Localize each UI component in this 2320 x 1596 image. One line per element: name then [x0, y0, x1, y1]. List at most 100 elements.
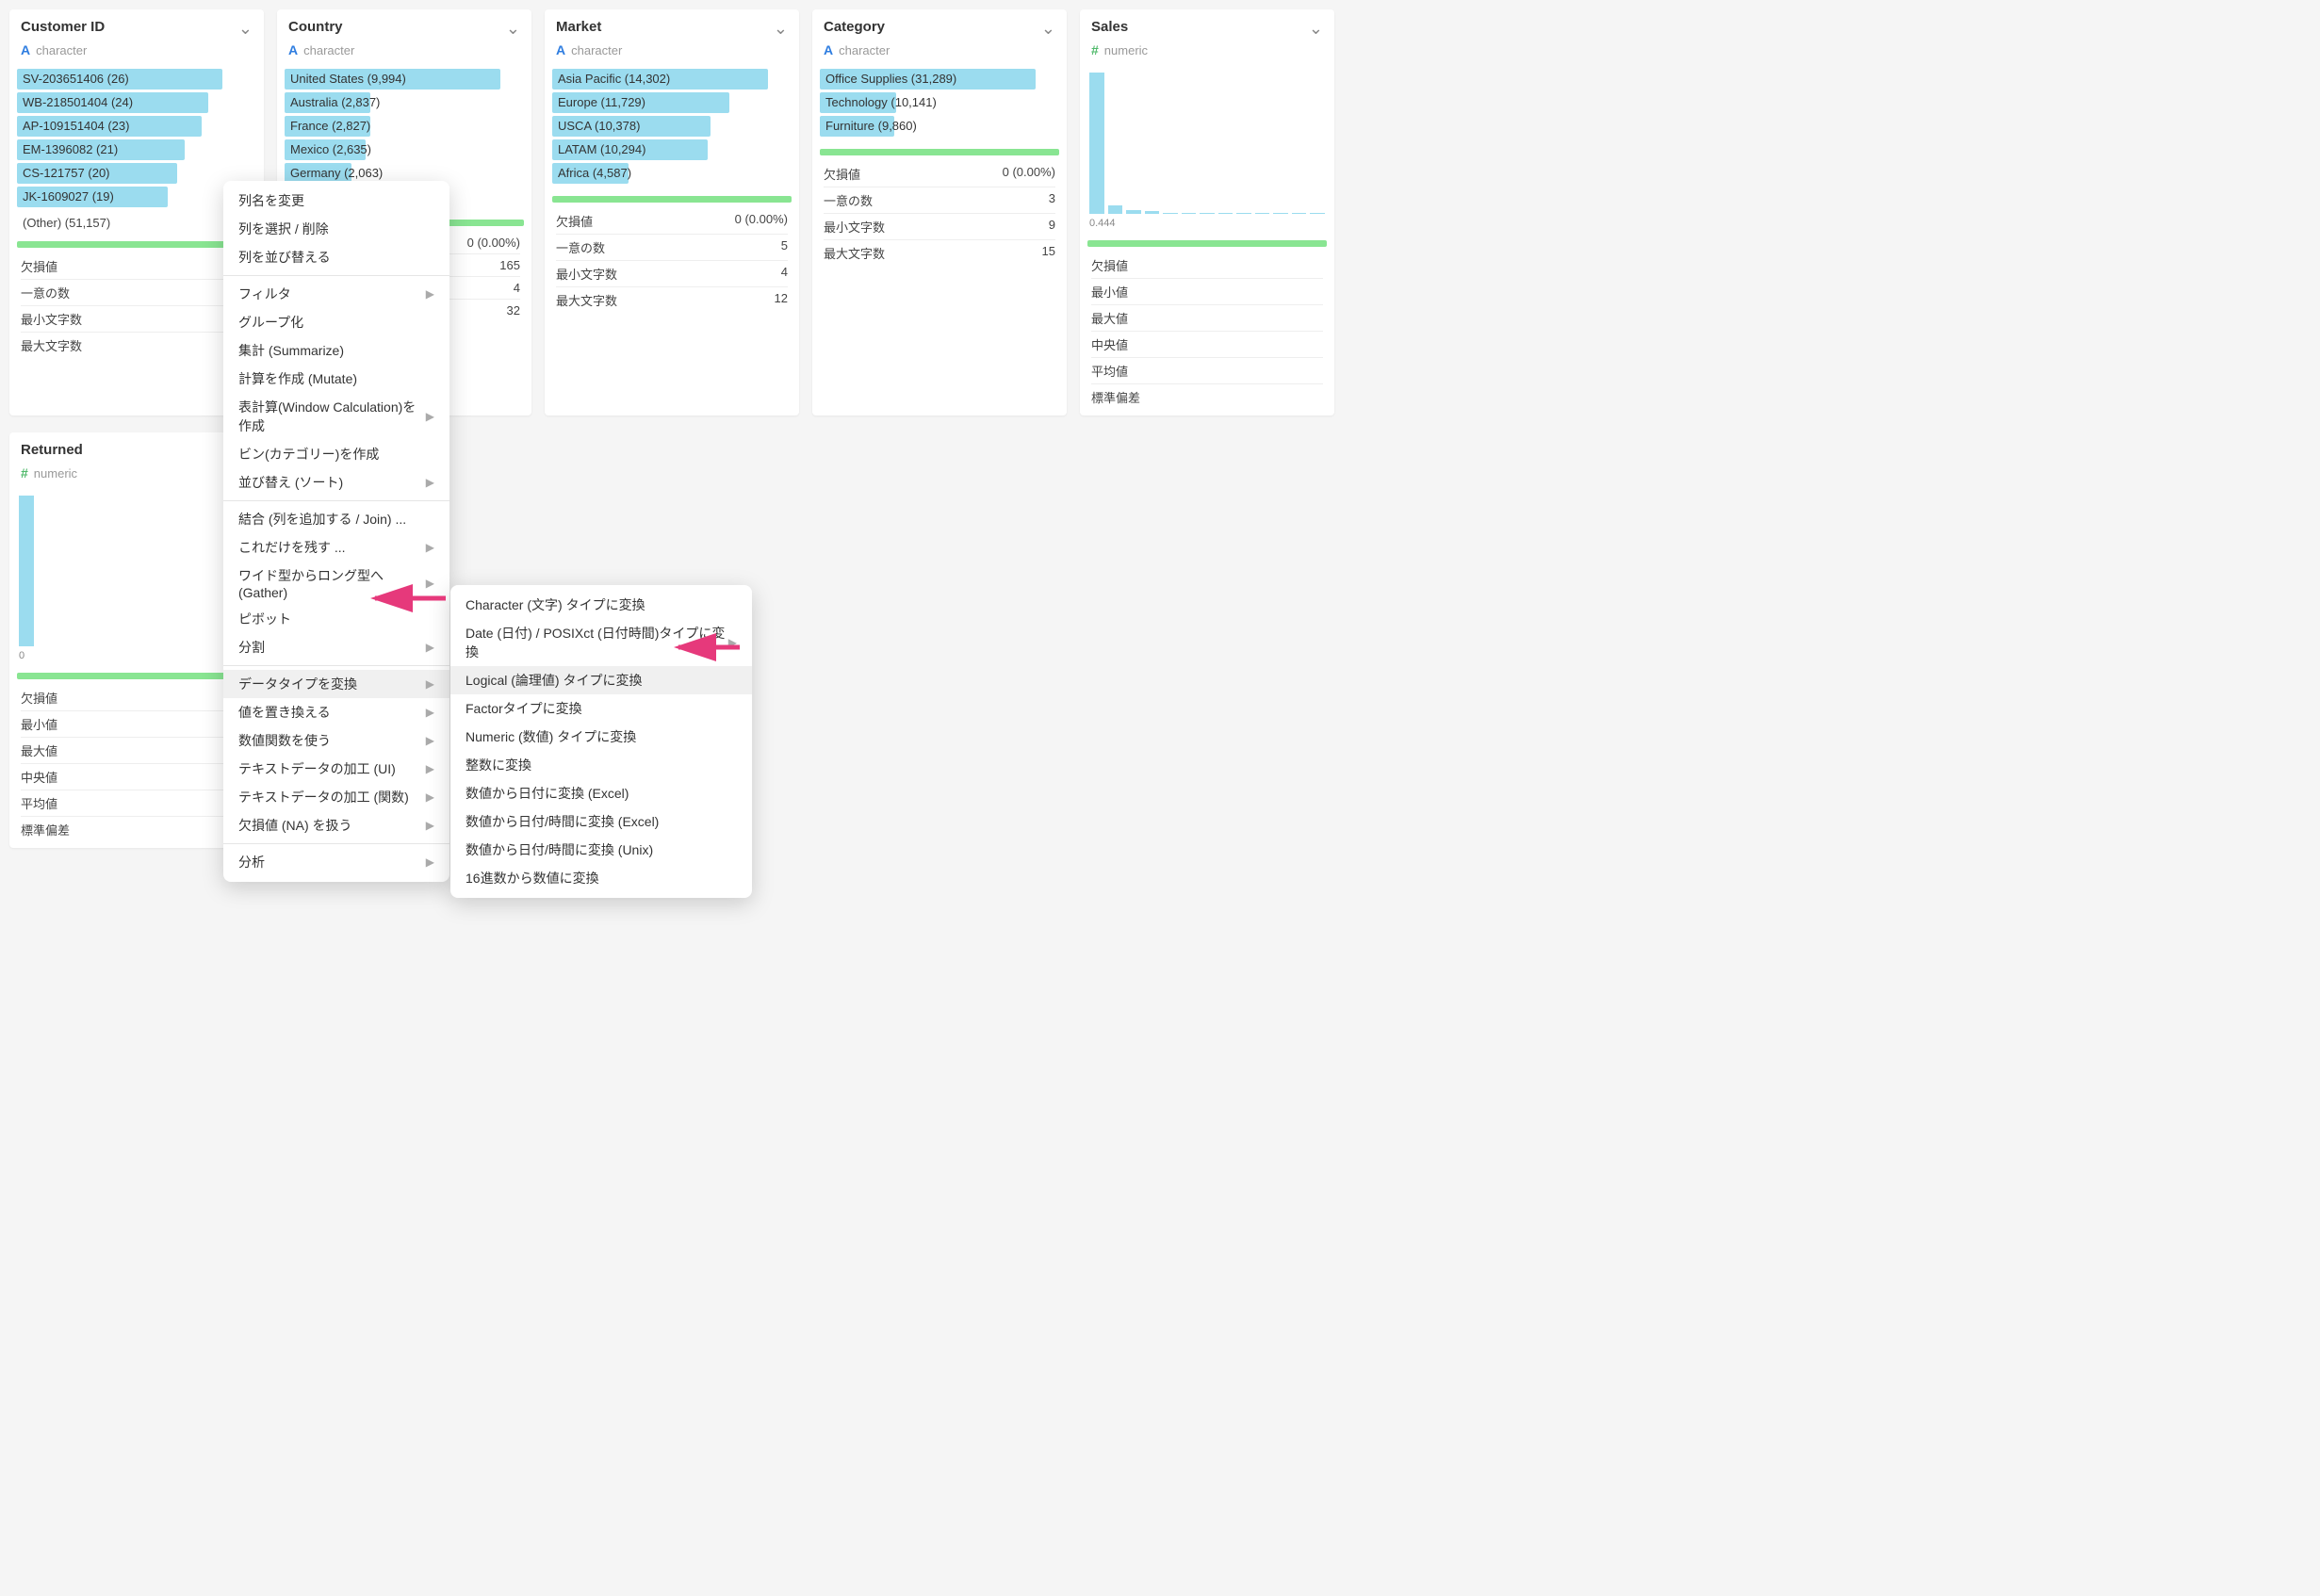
histogram-bar [1089, 73, 1104, 214]
submenu-item-label: Date (日付) / POSIXct (日付時間)タイプに変換 [466, 624, 728, 661]
menu-item[interactable]: ビン(カテゴリー)を作成 [223, 440, 449, 468]
menu-item[interactable]: ピボット [223, 605, 449, 633]
menu-item[interactable]: データタイプを変換▶ [223, 670, 449, 698]
frequency-bar[interactable]: Furniture (9,860) [820, 116, 1059, 137]
chevron-down-icon[interactable]: ⌄ [1041, 19, 1055, 39]
stat-label: 欠損値 [21, 257, 57, 275]
frequency-bar[interactable]: France (2,827) [285, 116, 524, 137]
stat-label: 最大値 [21, 741, 57, 759]
submenu-item[interactable]: 整数に変換 [450, 751, 752, 779]
menu-item[interactable]: フィルタ▶ [223, 280, 449, 308]
menu-item-label: 欠損値 (NA) を扱う [238, 816, 352, 835]
frequency-bar[interactable]: Europe (11,729) [552, 92, 792, 113]
menu-item-label: 結合 (列を追加する / Join) ... [238, 510, 406, 529]
bar-label: Mexico (2,635) [290, 139, 371, 160]
submenu-item-label: 数値から日付/時間に変換 (Excel) [466, 812, 659, 831]
menu-item[interactable]: 並び替え (ソート)▶ [223, 468, 449, 497]
menu-item[interactable]: ワイド型からロング型へ (Gather)▶ [223, 562, 449, 605]
frequency-bar[interactable]: AP-109151404 (23) [17, 116, 256, 137]
stat-row: 欠損値0 (0.00%) [556, 208, 788, 234]
menu-item-label: これだけを残す ... [238, 538, 346, 557]
column-title: Returned [21, 442, 83, 458]
submenu-item[interactable]: 数値から日付/時間に変換 (Excel) [450, 807, 752, 836]
column-title: Category [824, 19, 885, 35]
chevron-down-icon[interactable]: ⌄ [1309, 19, 1323, 39]
frequency-bar[interactable]: SV-203651406 (26) [17, 69, 256, 90]
completeness-bar [820, 149, 1059, 155]
frequency-bar[interactable]: United States (9,994) [285, 69, 524, 90]
frequency-bar[interactable]: Office Supplies (31,289) [820, 69, 1059, 90]
menu-item[interactable]: グループ化 [223, 308, 449, 336]
menu-item[interactable]: テキストデータの加工 (UI)▶ [223, 755, 449, 783]
stat-value: 9 [1049, 218, 1055, 236]
context-menu[interactable]: 列名を変更列を選択 / 削除列を並び替えるフィルタ▶ グループ化集計 (Summa… [223, 181, 449, 882]
menu-item[interactable]: 結合 (列を追加する / Join) ... [223, 505, 449, 533]
frequency-bar[interactable]: EM-1396082 (21) [17, 139, 256, 160]
frequency-bar[interactable]: LATAM (10,294) [552, 139, 792, 160]
menu-item[interactable]: 列を選択 / 削除 [223, 215, 449, 243]
numeric-type-icon: # [21, 465, 28, 480]
completeness-bar [17, 673, 256, 679]
stat-value: 0 (0.00%) [735, 212, 788, 230]
bar-label: LATAM (10,294) [558, 139, 645, 160]
bar-label: Office Supplies (31,289) [825, 69, 956, 90]
menu-item[interactable]: 計算を作成 (Mutate) [223, 365, 449, 393]
bar-label: Asia Pacific (14,302) [558, 69, 670, 90]
submenu-item[interactable]: 16進数から数値に変換 [450, 864, 752, 892]
frequency-bar[interactable]: JK-1609027 (19) [17, 187, 256, 207]
menu-item[interactable]: これだけを残す ...▶ [223, 533, 449, 562]
submenu-item[interactable]: Date (日付) / POSIXct (日付時間)タイプに変換▶ [450, 619, 752, 666]
menu-item[interactable]: 集計 (Summarize) [223, 336, 449, 365]
chevron-down-icon[interactable]: ⌄ [506, 19, 520, 39]
histogram-bar [19, 496, 34, 646]
axis-label: 0.444 [1080, 216, 1334, 235]
stat-value: 4 [781, 265, 788, 283]
frequency-bar[interactable]: Asia Pacific (14,302) [552, 69, 792, 90]
submenu-arrow-icon: ▶ [426, 790, 434, 804]
submenu-arrow-icon: ▶ [426, 287, 434, 301]
chevron-down-icon[interactable]: ⌄ [774, 19, 788, 39]
menu-item[interactable]: 分割▶ [223, 633, 449, 661]
datatype-submenu[interactable]: Character (文字) タイプに変換Date (日付) / POSIXct… [450, 585, 752, 898]
stat-row: 標準偏差 [1091, 383, 1323, 410]
submenu-arrow-icon: ▶ [426, 641, 434, 654]
type-label: character [303, 43, 354, 57]
frequency-bar[interactable]: CS-121757 (20) [17, 163, 256, 184]
frequency-bar[interactable]: Mexico (2,635) [285, 139, 524, 160]
submenu-item[interactable]: Numeric (数値) タイプに変換 [450, 723, 752, 751]
stat-label: 欠損値 [824, 165, 860, 183]
stat-row: 最大文字数 [21, 332, 253, 358]
submenu-item[interactable]: Character (文字) タイプに変換 [450, 591, 752, 619]
frequency-bar[interactable]: Australia (2,837) [285, 92, 524, 113]
menu-item[interactable]: 表計算(Window Calculation)を作成▶ [223, 393, 449, 440]
menu-item[interactable]: 数値関数を使う▶ [223, 726, 449, 755]
frequency-bar[interactable]: WB-218501404 (24) [17, 92, 256, 113]
menu-item[interactable]: 列名を変更 [223, 187, 449, 215]
histogram-bar [1273, 213, 1288, 215]
histogram-bar [1200, 213, 1215, 215]
submenu-item[interactable]: Factorタイプに変換 [450, 694, 752, 723]
stat-row: 欠損値 [1091, 252, 1323, 278]
frequency-bar[interactable]: USCA (10,378) [552, 116, 792, 137]
menu-item[interactable]: 値を置き換える▶ [223, 698, 449, 726]
submenu-item[interactable]: Logical (論理値) タイプに変換 [450, 666, 752, 694]
menu-item-label: 集計 (Summarize) [238, 341, 344, 360]
menu-item-label: グループ化 [238, 313, 303, 332]
chevron-down-icon[interactable]: ⌄ [238, 19, 253, 39]
stat-row: 最大文字数15 [824, 239, 1055, 266]
menu-item[interactable]: テキストデータの加工 (関数)▶ [223, 783, 449, 811]
frequency-bar[interactable]: Africa (4,587) [552, 163, 792, 184]
menu-item[interactable]: 分析▶ [223, 848, 449, 876]
bar-label: AP-109151404 (23) [23, 116, 129, 137]
submenu-arrow-icon: ▶ [426, 706, 434, 719]
menu-item-label: 表計算(Window Calculation)を作成 [238, 398, 426, 435]
submenu-item[interactable]: 数値から日付に変換 (Excel) [450, 779, 752, 807]
frequency-bar[interactable]: Technology (10,141) [820, 92, 1059, 113]
column-card: Market⌄AcharacterAsia Pacific (14,302)Eu… [545, 9, 799, 415]
menu-separator [223, 665, 449, 666]
menu-separator [223, 843, 449, 844]
stat-row: 欠損値0 (0. [21, 685, 253, 710]
menu-item[interactable]: 欠損値 (NA) を扱う▶ [223, 811, 449, 839]
submenu-item[interactable]: 数値から日付/時間に変換 (Unix) [450, 836, 752, 864]
menu-item[interactable]: 列を並び替える [223, 243, 449, 271]
